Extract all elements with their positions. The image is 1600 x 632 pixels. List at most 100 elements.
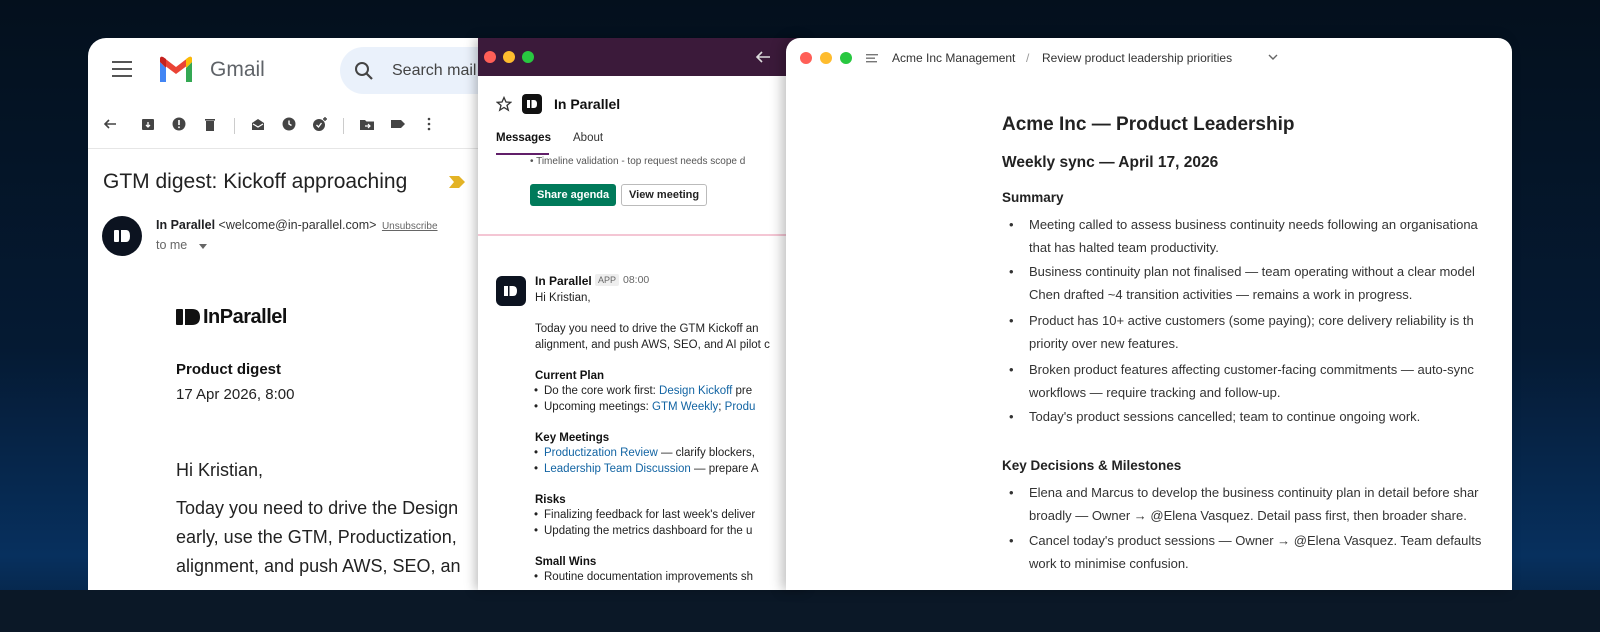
message-author-avatar[interactable] [496,276,526,306]
desktop-bottom-bar [0,590,1600,632]
snooze-icon[interactable] [281,116,297,132]
gmail-toolbar [88,110,508,140]
small-wins-heading: Small Wins [535,556,597,568]
more-vert-icon[interactable] [421,116,437,132]
hamburger-menu-icon[interactable] [112,61,132,77]
chevron-down-icon[interactable] [1268,54,1278,61]
breadcrumb-page[interactable]: Review product leadership priorities [1042,51,1232,65]
gmail-logo-icon [160,56,192,82]
move-to-icon[interactable] [359,116,375,132]
recipient-label: to me [156,238,188,252]
email-subject: GTM digest: Kickoff approaching [103,170,408,193]
current-plan-heading: Current Plan [535,370,605,382]
slack-window: In Parallel Messages About • Timeline va… [478,38,808,590]
page-menu-icon[interactable] [866,53,878,63]
channel-avatar [522,94,542,114]
star-icon[interactable] [496,96,512,112]
back-arrow-icon[interactable] [102,116,118,132]
message-intro-line: alignment, and push AWS, SEO, and AI pil… [535,339,770,351]
summary-item: Meeting called to assess business contin… [1009,213,1478,259]
message-timestamp[interactable]: 08:00 [623,274,649,286]
breadcrumb-separator: / [1026,51,1030,65]
summary-item: Product has 10+ active customers (some p… [1009,309,1474,355]
message-intro-line: Today you need to drive the GTM Kickoff … [535,323,759,335]
in-parallel-logo-icon [527,100,537,108]
maximize-window-icon[interactable] [840,52,852,64]
add-task-icon[interactable] [312,116,328,132]
archive-icon[interactable] [140,116,156,132]
message-author[interactable]: In Parallel [535,274,592,288]
design-kickoff-link[interactable]: Design Kickoff [659,385,732,397]
slack-titlebar [478,38,808,76]
minimize-window-icon[interactable] [820,52,832,64]
share-agenda-button[interactable]: Share agenda [530,184,617,206]
unsubscribe-link[interactable]: Unsubscribe [382,221,438,232]
active-tab-indicator [496,153,549,155]
toolbar-divider [343,118,344,134]
productization-review-link[interactable]: Productization Review [544,447,658,459]
list-item: Finalizing feedback for last week's deli… [534,509,755,521]
summary-item: Business continuity plan not finalised —… [1009,260,1475,306]
risks-heading: Risks [535,494,566,506]
gtm-weekly-link[interactable]: GTM Weekly [652,401,718,413]
digest-title: Product digest [176,361,282,378]
recipient-details-caret-icon[interactable] [199,244,207,249]
new-messages-divider [478,234,808,236]
in-parallel-logo-icon [504,286,517,296]
page-title: Acme Inc — Product Leadership [1002,114,1295,135]
sender-avatar[interactable] [102,216,142,256]
channel-name: In Parallel [554,96,621,112]
email-body-line: early, use the GTM, Productization, [176,527,457,547]
list-item: Productization Review — clarify blockers… [534,447,755,459]
page-subtitle: Weekly sync — April 17, 2026 [1002,154,1219,171]
notes-window: Acme Inc Management / Review product lea… [786,38,1512,590]
importance-marker-icon[interactable] [448,174,466,190]
delete-icon[interactable] [202,116,218,132]
tab-about[interactable]: About [573,132,603,144]
productization-link[interactable]: Produ [725,401,756,413]
leadership-team-discussion-link[interactable]: Leadership Team Discussion [544,463,691,475]
breadcrumb-workspace[interactable]: Acme Inc Management [892,51,1015,65]
email-body-line: alignment, and push AWS, SEO, an [176,556,461,576]
gmail-window: Gmail Search mail GTM digest: Kickoff ap… [88,38,508,590]
search-placeholder: Search mail [392,62,477,79]
in-parallel-wordmark: InParallel [203,306,287,328]
decision-item: Cancel today's product sessions — Owner … [1009,529,1481,575]
list-item: Updating the metrics dashboard for the u [534,525,752,537]
toolbar-divider-line [88,148,508,149]
sender-line: In Parallel <welcome@in-parallel.com> Un… [156,218,438,232]
gmail-header: Gmail Search mail [88,38,508,102]
tab-messages[interactable]: Messages [496,132,551,144]
maximize-window-icon[interactable] [522,51,534,63]
close-window-icon[interactable] [484,51,496,63]
app-badge: APP [595,274,620,286]
mark-unread-icon[interactable] [250,116,266,132]
message-greeting: Hi Kristian, [535,292,591,304]
list-item: Upcoming meetings: GTM Weekly; Produ [534,401,756,413]
summary-item: Today's product sessions cancelled; team… [1009,405,1420,428]
decisions-heading: Key Decisions & Milestones [1002,458,1182,473]
in-parallel-logo-icon [114,230,130,242]
list-item: Do the core work first: Design Kickoff p… [534,385,752,397]
list-item: Routine documentation improvements sh [534,571,753,583]
truncated-bullet: • Timeline validation - top request need… [530,156,746,167]
minimize-window-icon[interactable] [503,51,515,63]
decision-item: Elena and Marcus to develop the business… [1009,481,1478,527]
label-icon[interactable] [390,116,406,132]
search-icon[interactable] [354,61,374,81]
back-arrow-icon[interactable] [754,48,772,66]
gmail-brand-label: Gmail [210,58,265,81]
close-window-icon[interactable] [800,52,812,64]
in-parallel-logo-icon [176,309,200,325]
toolbar-divider [234,118,235,134]
view-meeting-button[interactable]: View meeting [621,184,708,206]
key-meetings-heading: Key Meetings [535,432,610,444]
digest-date: 17 Apr 2026, 8:00 [176,386,295,403]
email-body-line: Today you need to drive the Design [176,498,459,518]
report-spam-icon[interactable] [171,116,187,132]
list-item: Leadership Team Discussion — prepare A [534,463,759,475]
summary-heading: Summary [1002,190,1064,205]
sender-name: In Parallel [156,218,216,232]
email-greeting: Hi Kristian, [176,460,264,480]
sender-email: <welcome@in-parallel.com> [218,218,377,232]
